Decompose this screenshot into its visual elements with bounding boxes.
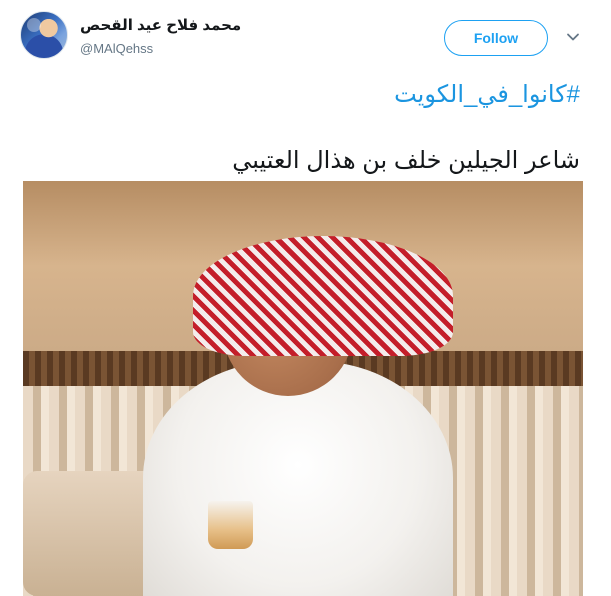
photo-person-headscarf xyxy=(193,236,453,356)
photo-person-thobe xyxy=(143,361,453,596)
chevron-down-icon[interactable] xyxy=(566,30,580,44)
photo-tea-cup xyxy=(208,501,253,549)
author-handle[interactable]: @MAlQehss xyxy=(80,41,153,56)
avatar-highlight xyxy=(27,18,41,32)
tweet-text: شاعر الجيلين خلف بن هذال العتيبي xyxy=(232,147,580,174)
follow-button[interactable]: Follow xyxy=(444,20,548,56)
user-avatar-icon[interactable] xyxy=(20,11,68,59)
hashtag-link[interactable]: #كانوا_في_الكويت xyxy=(394,80,580,109)
tweet-photo[interactable] xyxy=(23,181,583,596)
tweet-header: محمد فلاح عيد القحص @MAlQehss Follow xyxy=(0,0,611,70)
photo-pillow xyxy=(23,471,163,596)
author-display-name[interactable]: محمد فلاح عيد القحص xyxy=(80,16,241,34)
